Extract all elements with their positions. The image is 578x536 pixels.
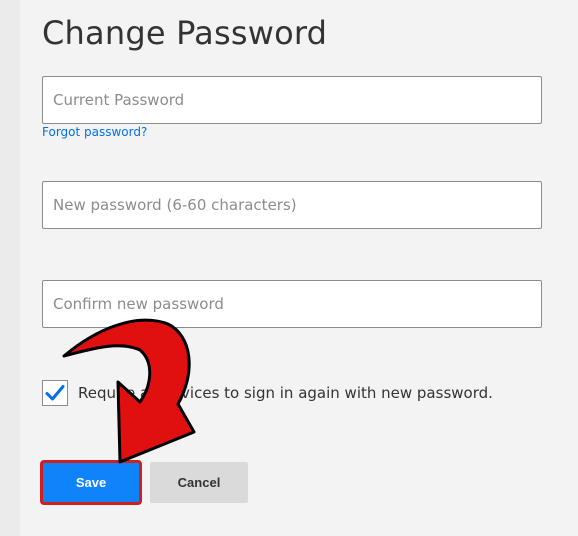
cancel-button[interactable]: Cancel <box>150 462 248 503</box>
save-button[interactable]: Save <box>40 460 142 505</box>
require-signin-label: Require all devices to sign in again wit… <box>78 384 493 402</box>
confirm-password-field[interactable] <box>42 280 542 328</box>
forgot-password-link[interactable]: Forgot password? <box>42 125 147 139</box>
new-password-input[interactable] <box>43 182 541 228</box>
confirm-password-input[interactable] <box>43 281 541 327</box>
checkmark-icon <box>45 385 65 401</box>
left-stripe <box>0 0 20 536</box>
page-title: Change Password <box>42 14 328 52</box>
require-signin-checkbox[interactable] <box>42 380 68 406</box>
new-password-field[interactable] <box>42 181 542 229</box>
current-password-field[interactable] <box>42 76 542 124</box>
current-password-input[interactable] <box>43 77 541 123</box>
